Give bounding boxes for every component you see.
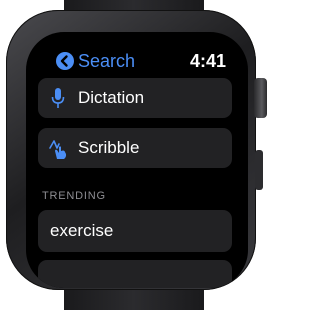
status-bar: Search 4:41 [56,50,226,74]
dictation-button[interactable]: Dictation [38,78,232,118]
dictation-label: Dictation [78,88,145,107]
scribble-label: Scribble [78,138,140,157]
digital-crown[interactable] [254,78,267,118]
back-label[interactable]: Search [78,50,135,72]
trending-item-exercise[interactable]: exercise [38,210,232,252]
trending-header: TRENDING [42,190,106,202]
scribble-hand-icon [48,138,70,165]
side-button[interactable] [255,150,263,190]
microphone-icon [51,88,65,115]
watch-screen: Search 4:41 Dictation Scribble TRENDING … [26,32,248,288]
clock-time: 4:41 [189,51,226,71]
list-item[interactable] [38,260,232,288]
watch-case: Search 4:41 Dictation Scribble TRENDING … [6,10,256,290]
trending-item-label: exercise [50,221,114,240]
back-chevron-icon[interactable] [56,52,74,70]
scribble-button[interactable]: Scribble [38,128,232,168]
